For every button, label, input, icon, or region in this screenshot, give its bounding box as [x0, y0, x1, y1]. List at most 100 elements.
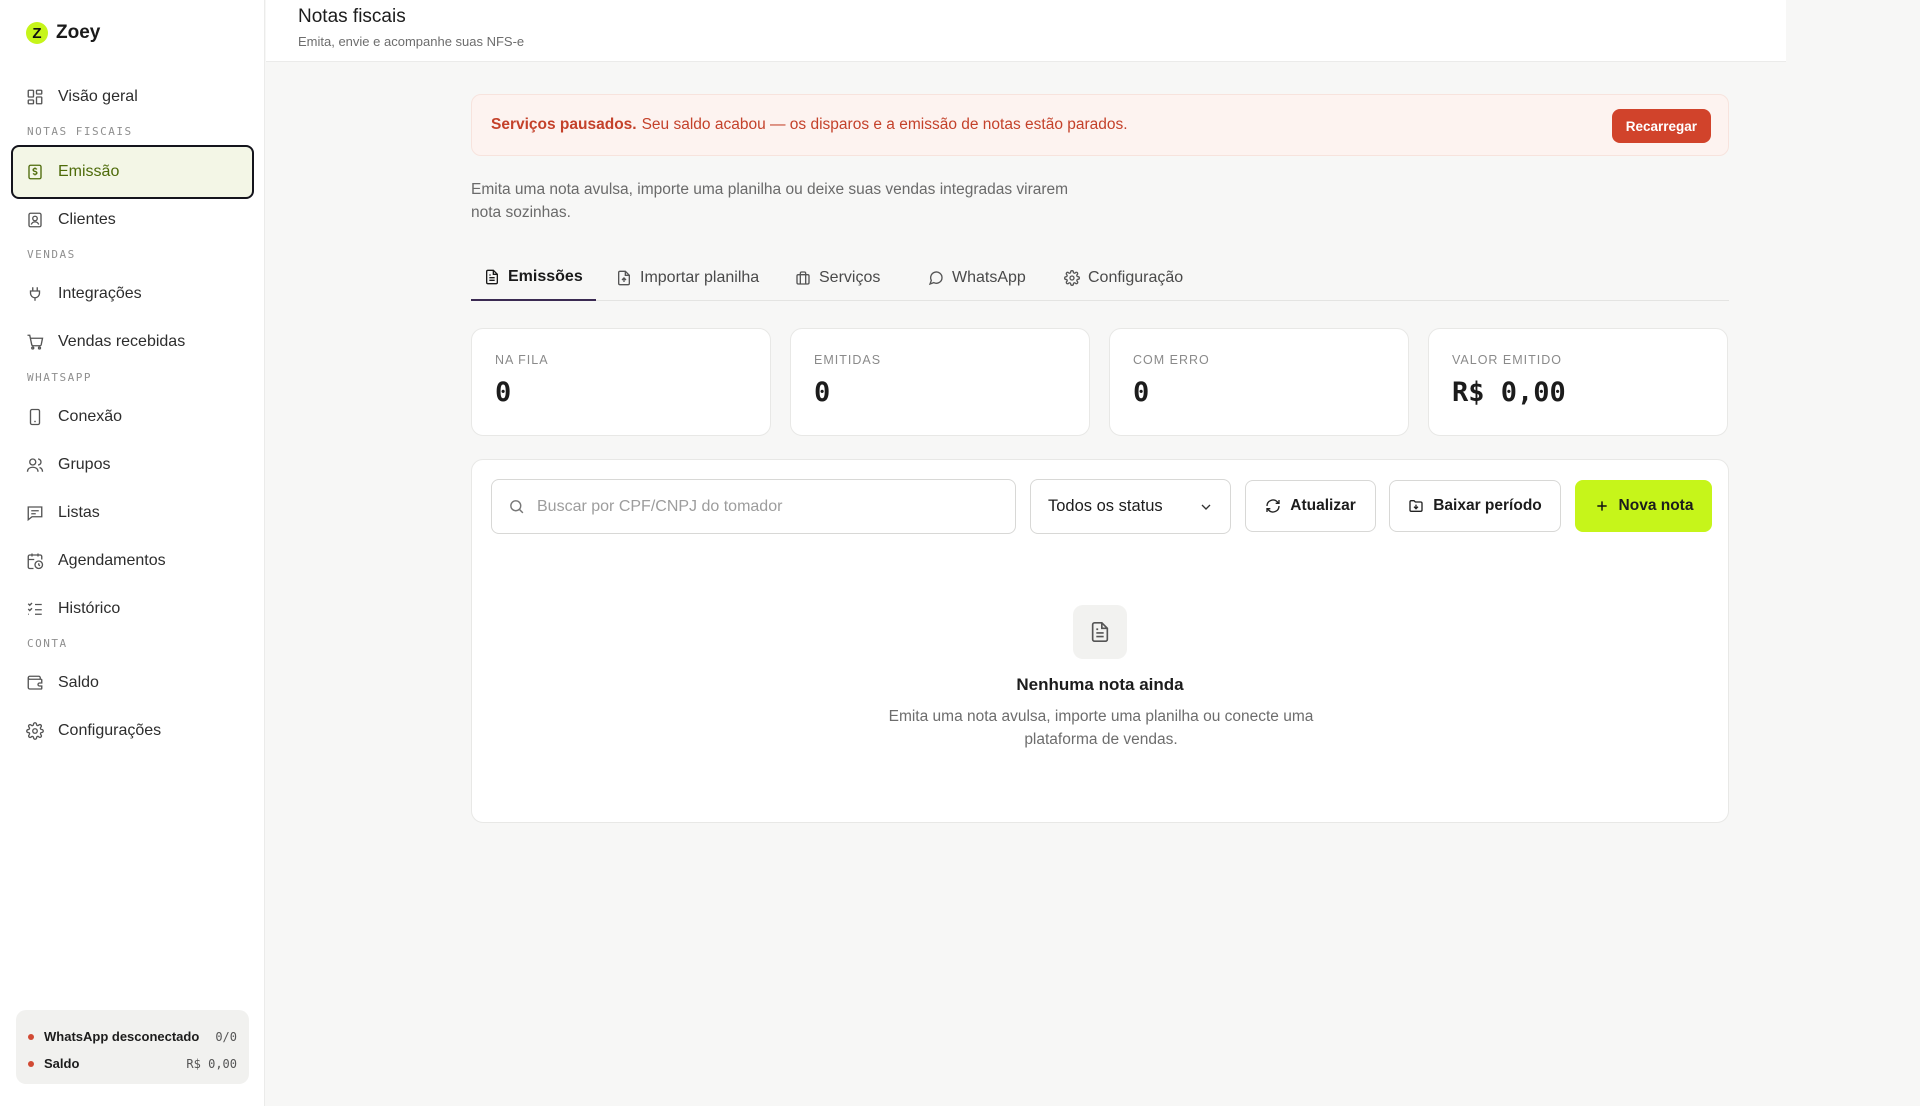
plus-icon	[1596, 501, 1607, 511]
sidebar-item-listas[interactable]: Listas	[12, 491, 253, 535]
tab-label: Configuração	[1088, 269, 1184, 286]
tab-configuracao[interactable]: Configuração	[1051, 255, 1196, 301]
page-title: Notas fiscais	[298, 6, 406, 27]
stat-card-com-erro: COM ERRO 0	[1109, 328, 1409, 436]
alert-message: Seu saldo acabou — os disparos e a emiss…	[641, 116, 1128, 133]
whatsapp-status-row[interactable]: WhatsApp desconectado 0/0	[28, 1023, 237, 1050]
zoey-logo-icon: Z	[26, 22, 48, 44]
sidebar-item-label: Listas	[58, 504, 100, 521]
sidebar-item-label: Vendas recebidas	[58, 333, 186, 350]
status-dot-icon	[28, 1060, 34, 1067]
alert-title: Serviços pausados.	[491, 116, 637, 133]
new-note-button[interactable]: Nova nota	[1575, 480, 1712, 532]
tab-label: WhatsApp	[952, 269, 1026, 286]
folder-download-icon	[1409, 500, 1423, 512]
download-period-label: Baixar período	[1433, 497, 1542, 514]
stat-card-na-fila: NA FILA 0	[471, 328, 771, 436]
page-subtitle: Emita, envie e acompanhe suas NFS-e	[298, 34, 525, 49]
sidebar-item-label: Emissão	[58, 163, 120, 180]
smartphone-icon	[29, 408, 41, 426]
wallet-icon	[27, 675, 43, 690]
sidebar-item-label: Integrações	[58, 285, 142, 302]
whatsapp-status-value: 0/0	[215, 1029, 237, 1044]
sidebar-item-integracoes[interactable]: Integrações	[12, 272, 253, 316]
stat-value: 0	[1133, 377, 1150, 408]
stat-label: COM ERRO	[1133, 353, 1210, 367]
tab-label: Importar planilha	[640, 269, 760, 286]
sidebar-item-emissao[interactable]: Emissão	[11, 145, 254, 199]
sidebar-item-saldo[interactable]: Saldo	[12, 661, 253, 705]
refresh-icon	[1266, 499, 1280, 513]
sidebar-item-label: Agendamentos	[58, 552, 166, 569]
refresh-button[interactable]: Atualizar	[1245, 480, 1376, 532]
nav-section-whatsapp: WHATSAPP	[27, 371, 92, 384]
empty-state-description: Emita uma nota avulsa, importe uma plani…	[888, 708, 1314, 748]
search-input[interactable]	[537, 497, 997, 516]
list-checks-icon	[27, 602, 42, 615]
file-upload-icon	[618, 270, 630, 286]
recharge-button[interactable]: Recarregar	[1611, 109, 1711, 143]
sidebar-item-vendas-recebidas[interactable]: Vendas recebidas	[12, 320, 253, 364]
search-icon	[510, 500, 524, 514]
plug-icon	[29, 287, 41, 301]
sidebar-item-label: Histórico	[58, 600, 121, 617]
sidebar-item-visao-geral[interactable]: Visão geral	[12, 75, 253, 119]
download-period-button[interactable]: Baixar período	[1389, 480, 1561, 532]
tab-importar-planilha[interactable]: Importar planilha	[603, 255, 772, 301]
file-text-icon	[486, 269, 498, 285]
sidebar-item-clientes[interactable]: Clientes	[12, 198, 253, 242]
saldo-status-row[interactable]: Saldo R$ 0,00	[28, 1050, 237, 1077]
stat-card-valor-emitido: VALOR EMITIDO R$ 0,00	[1428, 328, 1728, 436]
sidebar: Z Zoey Visão geral NOTAS FISCAIS Emissão…	[0, 0, 265, 1106]
building-icon	[796, 271, 810, 285]
saldo-status-label: Saldo	[44, 1056, 80, 1071]
sidebar-item-grupos[interactable]: Grupos	[12, 443, 253, 487]
users-icon	[26, 458, 44, 472]
contact-card-icon	[28, 212, 42, 228]
sidebar-item-label: Saldo	[58, 674, 99, 691]
message-list-icon	[27, 506, 43, 522]
nav-section-conta: CONTA	[27, 637, 68, 650]
receipt-dollar-icon	[28, 164, 42, 180]
stat-label: VALOR EMITIDO	[1452, 353, 1563, 367]
sidebar-item-configuracoes[interactable]: Configurações	[12, 709, 253, 753]
sidebar-item-label: Conexão	[58, 408, 123, 425]
grid-icon	[27, 89, 43, 105]
search-field[interactable]	[491, 479, 1016, 534]
empty-state-title: Nenhuma nota ainda	[1016, 675, 1184, 694]
sidebar-item-agendamentos[interactable]: Agendamentos	[12, 539, 253, 583]
chevron-down-icon	[1201, 504, 1211, 510]
empty-state-file-icon	[1073, 605, 1127, 659]
brand-name: Zoey	[56, 22, 101, 43]
notes-panel: Todos os status Atualizar Baixar período…	[471, 459, 1729, 823]
stat-value: 0	[814, 377, 831, 408]
new-note-label: Nova nota	[1618, 497, 1694, 514]
gear-icon	[26, 722, 44, 740]
gear-icon	[1064, 270, 1080, 286]
sidebar-item-label: Grupos	[58, 456, 111, 473]
stat-label: NA FILA	[495, 353, 549, 367]
brand[interactable]: Z Zoey	[26, 22, 100, 44]
status-dot-icon	[28, 1033, 34, 1040]
shopping-cart-icon	[27, 334, 44, 350]
sidebar-item-historico[interactable]: Histórico	[12, 587, 253, 631]
tab-emissoes[interactable]: Emissões	[471, 255, 596, 301]
sidebar-item-conexao[interactable]: Conexão	[12, 395, 253, 439]
tab-servicos[interactable]: Serviços	[782, 255, 893, 301]
stat-value: R$ 0,00	[1452, 377, 1566, 408]
saldo-status-value: R$ 0,00	[186, 1056, 237, 1071]
page-header: Notas fiscais Emita, envie e acompanhe s…	[266, 0, 1786, 62]
refresh-button-label: Atualizar	[1290, 497, 1356, 514]
nav-section-vendas: VENDAS	[27, 248, 76, 261]
calendar-clock-icon	[27, 553, 44, 570]
status-filter-value: Todos os status	[1048, 497, 1163, 515]
stat-label: EMITIDAS	[814, 353, 882, 367]
whatsapp-status-label: WhatsApp desconectado	[44, 1029, 200, 1044]
message-circle-icon	[928, 271, 943, 286]
connection-status-box: WhatsApp desconectado 0/0 Saldo R$ 0,00	[16, 1010, 249, 1084]
intro-text: Emita uma nota avulsa, importe uma plani…	[471, 181, 1069, 221]
tab-whatsapp[interactable]: WhatsApp	[915, 255, 1039, 301]
sidebar-item-label: Clientes	[58, 211, 116, 228]
stat-value: 0	[495, 377, 512, 408]
status-filter-select[interactable]: Todos os status	[1030, 479, 1231, 534]
